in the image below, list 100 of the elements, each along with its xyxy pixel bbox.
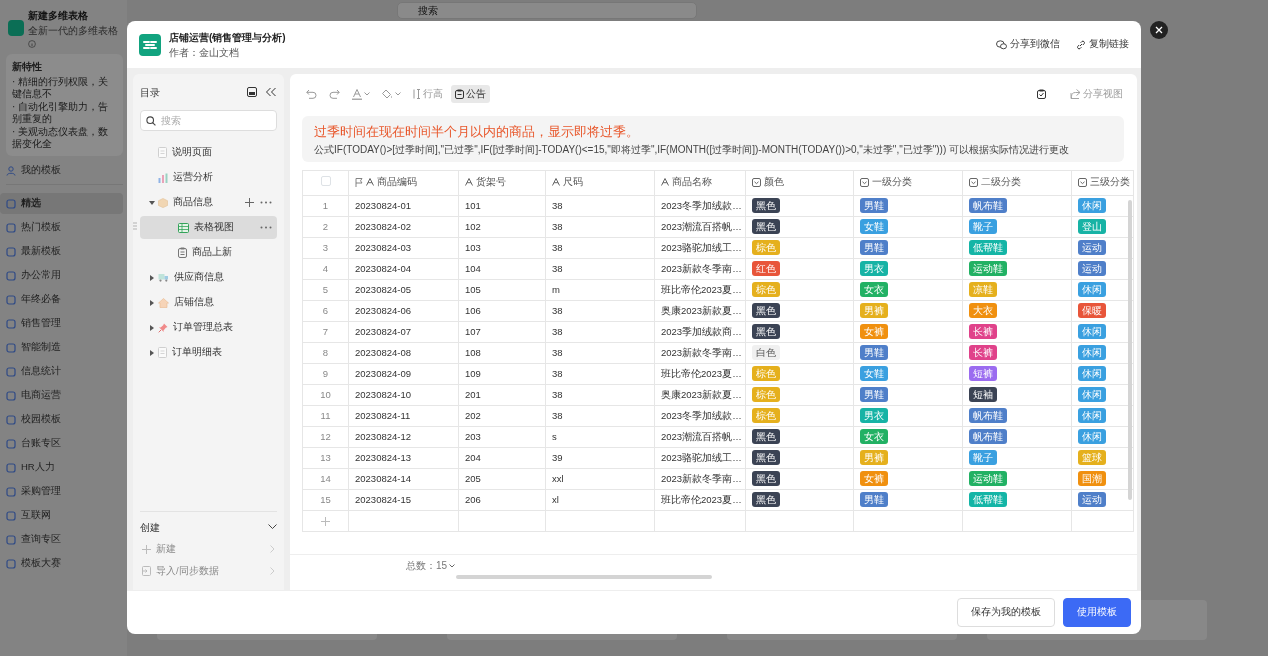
horizontal-scrollbar[interactable] [456,575,712,579]
table-cell: 奥康2023新款夏… [655,301,746,322]
table-cell: 2023新款冬季南… [655,469,746,490]
category-item[interactable]: 信息统计 [0,361,123,382]
caret-down-icon [395,92,401,96]
category-item[interactable]: HR人力 [0,457,123,478]
category-icon [6,246,16,257]
column-header[interactable]: 一级分类 [854,170,963,196]
table-cell: 203 [459,427,546,448]
category-icon [6,390,16,401]
table-cell: 20230824-15 [349,490,459,511]
table-cell: 38 [546,343,655,364]
my-templates-item[interactable]: 我的模板 [0,160,123,181]
table-cell: 102 [459,217,546,238]
category-item[interactable]: 年终必备 [0,289,123,310]
category-icon [6,318,16,329]
table-cell: 班比帝伦2023夏… [655,490,746,511]
clipboard-icon [455,89,464,99]
table-cell: xxl [546,469,655,490]
collapse-button[interactable] [265,87,277,97]
clipboard-check-icon [1037,89,1046,99]
document-icon [158,147,167,158]
category-item[interactable]: 销售管理 [0,313,123,334]
category-item[interactable]: 电商运营 [0,385,123,406]
category-item[interactable]: 精选 [0,193,123,214]
category-item[interactable]: 最新模板 [0,241,123,262]
table-cell: 107 [459,322,546,343]
announcement-title: 过季时间在现在时间半个月以内的商品，显示即将过季。 [314,124,640,140]
column-header[interactable]: 商品名称 [655,170,746,196]
save-template-button[interactable]: 保存为我的模板 [957,598,1055,627]
close-button[interactable] [1150,21,1168,39]
use-template-button[interactable]: 使用模板 [1063,598,1131,627]
category-item[interactable]: 热门模板 [0,217,123,238]
option-tag: 棕色 [752,387,780,403]
category-item[interactable]: 校园模板 [0,409,123,430]
option-tag: 棕色 [752,240,780,256]
option-tag: 帆布鞋 [969,408,1007,424]
plus-icon [321,516,330,526]
option-tag: 靴子 [969,219,997,235]
announcement-button[interactable]: 公告 [451,84,490,104]
option-tag: 帆布鞋 [969,198,1007,214]
table-cell: 2023新款冬季南… [655,259,746,280]
tree-item[interactable]: 商品上新 [140,241,277,264]
table-cell: 38 [546,406,655,427]
column-header[interactable]: 尺码 [546,170,655,196]
category-item[interactable]: 查询专区 [0,529,123,550]
category-item[interactable]: 互联网 [0,505,123,526]
option-tag: 休闲 [1078,387,1106,403]
column-header[interactable]: 三级分类 [1072,170,1134,196]
table-cell: 38 [546,364,655,385]
table-cell: 103 [459,238,546,259]
option-tag: 女鞋 [860,219,888,235]
tree-item[interactable]: 订单管理总表 [140,316,277,339]
option-tag: 男鞋 [860,387,888,403]
column-header[interactable]: 颜色 [746,170,854,196]
tree-item[interactable]: 运营分析 [140,166,277,189]
option-tag: 男鞋 [860,198,888,214]
tree-item[interactable]: 商品信息 [140,191,277,214]
table-cell: 20230824-05 [349,280,459,301]
tree-item[interactable]: 说明页面 [140,141,277,164]
panel-icon [247,87,257,97]
option-tag: 女裤 [860,324,888,340]
share-wechat-link[interactable]: 分享到微信 [996,37,1060,52]
select-all-checkbox[interactable] [320,175,331,186]
column-header[interactable]: 商品编码 [349,170,459,196]
table-cell: 20230824-13 [349,448,459,469]
table-cell: 20230824-01 [349,196,459,217]
panel-toggle-button[interactable] [247,87,257,97]
search-field[interactable]: 搜索 [397,2,697,19]
text-field-icon [552,178,560,187]
tree-item[interactable]: 供应商信息 [140,266,277,289]
category-item[interactable]: 模板大赛 [0,553,123,574]
category-item[interactable]: 智能制造 [0,337,123,358]
expand-button[interactable] [268,524,277,530]
record-count-dropdown[interactable]: 总数：15 [406,558,456,573]
option-tag: 休闲 [1078,345,1106,361]
tree-item[interactable]: 店铺信息 [140,291,277,314]
option-tag: 休闲 [1078,282,1106,298]
table-cell: 2023冬季加绒款… [655,406,746,427]
option-tag: 休闲 [1078,366,1106,382]
row-height-button[interactable]: 行高 [409,84,447,104]
table-icon [178,222,189,233]
copy-link-button[interactable]: 复制链接 [1076,37,1129,52]
create-title: 创建 [140,520,160,535]
column-header[interactable]: 二级分类 [963,170,1072,196]
feature-line: · 精细的行列权限，关键信息不 [12,76,110,100]
option-tag: 棕色 [752,366,780,382]
row-number: 15 [302,490,349,511]
tree-item[interactable]: 订单明细表 [140,341,277,364]
text-color-icon [352,88,362,100]
column-header[interactable]: 货架号 [459,170,546,196]
category-item[interactable]: 办公常用 [0,265,123,286]
table-cell: 38 [546,259,655,280]
option-tag: 黑色 [752,492,780,508]
select-field-icon [752,177,761,187]
table-cell: 38 [546,385,655,406]
category-item[interactable]: 台账专区 [0,433,123,454]
category-item[interactable]: 采购管理 [0,481,123,502]
select-field-icon [860,177,869,187]
add-row-button[interactable] [321,516,330,526]
